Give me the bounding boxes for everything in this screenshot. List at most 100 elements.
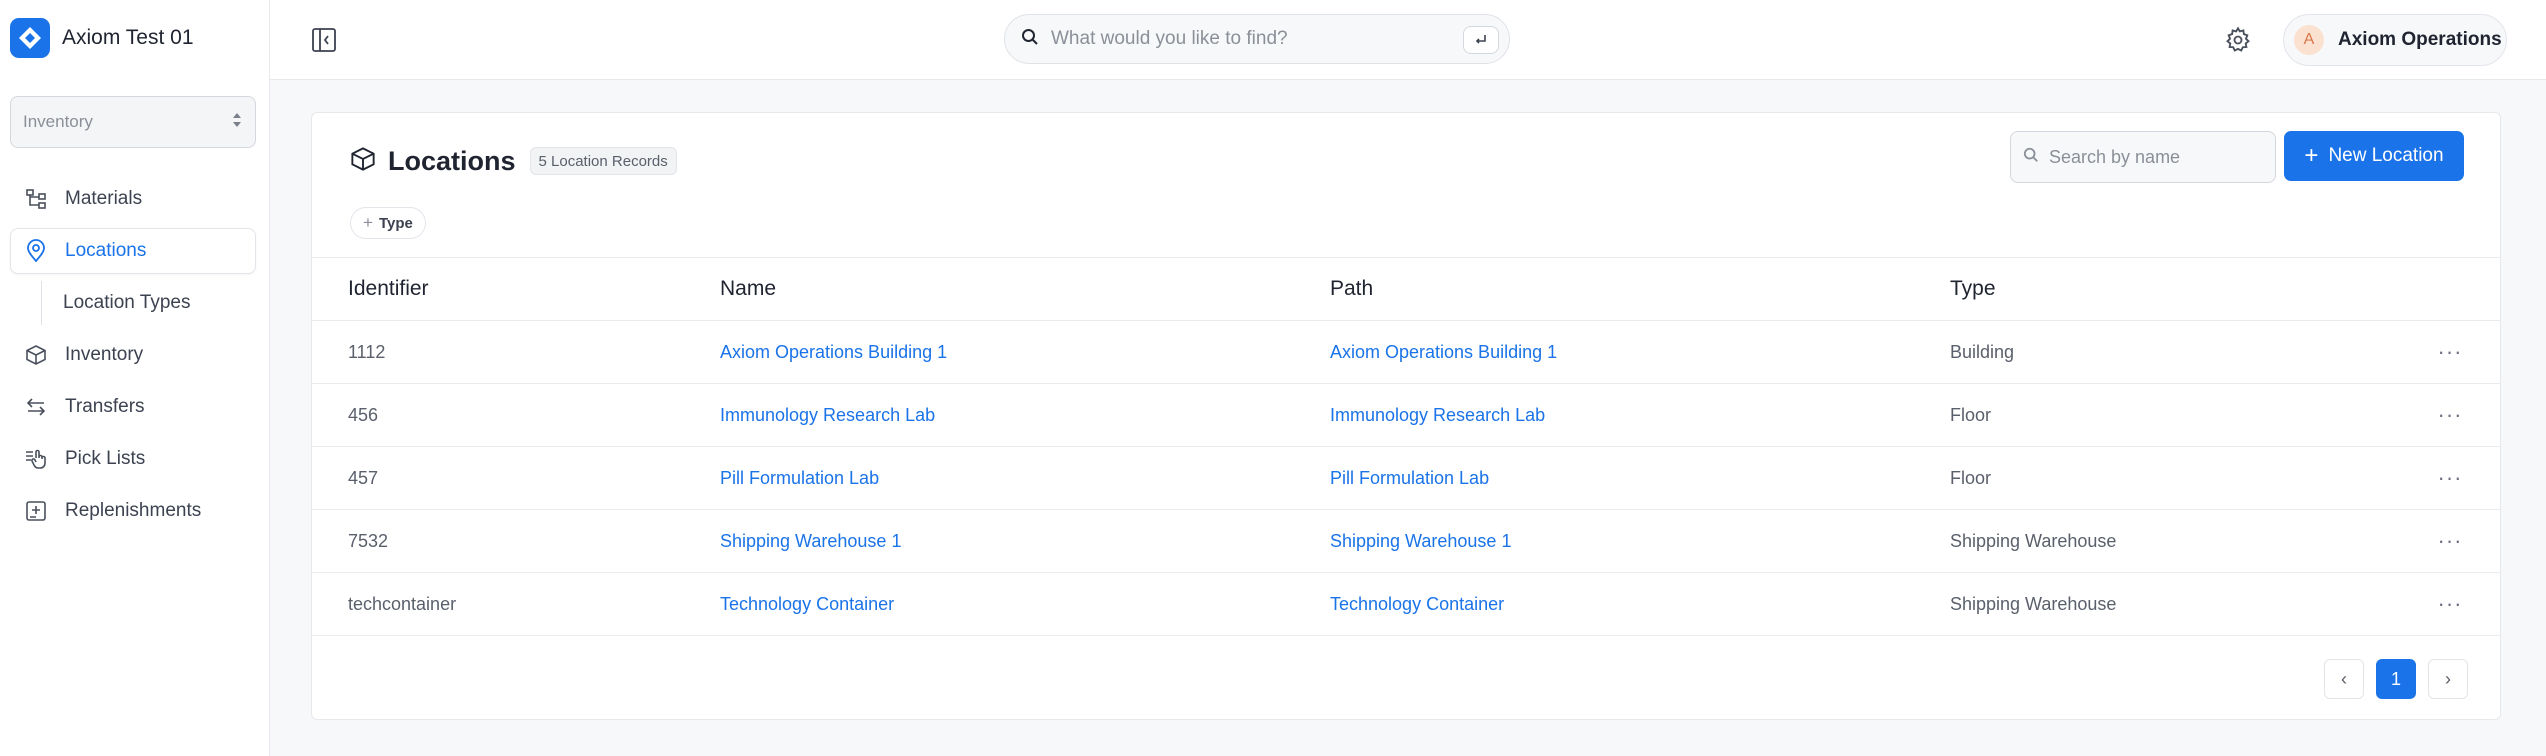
more-horizontal-icon: ··· (2437, 339, 2463, 364)
module-select-value: Inventory (23, 112, 93, 131)
pick-list-icon (23, 446, 49, 472)
transfer-arrows-icon (23, 394, 49, 420)
user-menu[interactable]: A Axiom Operations (2283, 14, 2507, 66)
prev-page-button[interactable]: ‹ (2324, 659, 2364, 699)
cell-identifier: 457 (312, 446, 684, 510)
search-icon (2023, 147, 2039, 168)
locations-table: Identifier Name Path Type 1112 Axiom Ope… (312, 257, 2500, 636)
pagination: ‹ 1 › (2324, 659, 2468, 699)
sidebar-item-label: Pick Lists (65, 448, 146, 469)
cell-type: Building (1914, 320, 2400, 384)
map-pin-icon (23, 238, 49, 264)
page-1-button[interactable]: 1 (2376, 659, 2416, 699)
cell-name-link[interactable]: Technology Container (684, 572, 1294, 636)
cell-name-link[interactable]: Immunology Research Lab (684, 383, 1294, 447)
cell-type: Floor (1914, 446, 2400, 510)
row-menu-button[interactable]: ··· (2400, 572, 2500, 636)
sidebar-item-transfers[interactable]: Transfers (10, 384, 256, 430)
row-menu-button[interactable]: ··· (2400, 320, 2500, 384)
global-search[interactable] (1004, 14, 1510, 64)
table-row: 1112 Axiom Operations Building 1 Axiom O… (312, 320, 2500, 384)
cell-identifier: techcontainer (312, 572, 684, 636)
sidebar-toggle-button[interactable] (310, 26, 338, 54)
column-header-type[interactable]: Type (1914, 257, 2400, 321)
table-row: 457 Pill Formulation Lab Pill Formulatio… (312, 446, 2500, 510)
cell-path-link[interactable]: Axiom Operations Building 1 (1294, 320, 1914, 384)
sidebar-toggle-icon (312, 28, 336, 52)
name-search-input[interactable] (2049, 146, 2269, 168)
settings-button[interactable] (2222, 24, 2254, 56)
more-horizontal-icon: ··· (2437, 591, 2463, 616)
column-header-identifier[interactable]: Identifier (312, 257, 684, 321)
new-location-button[interactable]: + New Location (2284, 131, 2464, 181)
sort-arrows-icon (231, 111, 243, 134)
sidebar-item-location-types[interactable]: Location Types (10, 280, 256, 326)
sidebar: Axiom Test 01 Inventory Materials Locati… (0, 0, 270, 756)
cell-identifier: 456 (312, 383, 684, 447)
cell-name-link[interactable]: Axiom Operations Building 1 (684, 320, 1294, 384)
sidebar-item-replenishments[interactable]: Replenishments (10, 488, 256, 534)
table-row: 456 Immunology Research Lab Immunology R… (312, 383, 2500, 447)
table-row: 7532 Shipping Warehouse 1 Shipping Wareh… (312, 509, 2500, 573)
plus-icon: + (2304, 142, 2319, 169)
row-menu-button[interactable]: ··· (2400, 446, 2500, 510)
sidebar-item-inventory[interactable]: Inventory (10, 332, 256, 378)
cell-identifier: 7532 (312, 509, 684, 573)
table-row: techcontainer Technology Container Techn… (312, 572, 2500, 636)
sidebar-item-label: Location Types (63, 292, 191, 313)
page-header: Locations 5 Location Records (350, 141, 677, 181)
cell-path-link[interactable]: Immunology Research Lab (1294, 383, 1914, 447)
filter-chip-label: Type (378, 214, 413, 232)
gear-icon (2226, 26, 2250, 52)
sidebar-item-label: Locations (65, 240, 147, 261)
sidebar-item-label: Inventory (65, 344, 144, 365)
box-icon (23, 342, 49, 368)
workspace-name: Axiom Test 01 (62, 26, 194, 49)
cell-name-link[interactable]: Pill Formulation Lab (684, 446, 1294, 510)
sidebar-item-pick-lists[interactable]: Pick Lists (10, 436, 256, 482)
workspace-brand[interactable]: Axiom Test 01 (10, 18, 194, 58)
more-horizontal-icon: ··· (2437, 402, 2463, 427)
row-menu-button[interactable]: ··· (2400, 509, 2500, 573)
cell-path-link[interactable]: Shipping Warehouse 1 (1294, 509, 1914, 573)
replenish-icon (23, 498, 49, 524)
plus-icon: + (363, 213, 373, 232)
sidebar-item-label: Materials (65, 188, 143, 209)
locations-card: Locations 5 Location Records + New Locat… (311, 112, 2501, 720)
avatar: A (2294, 25, 2324, 55)
name-search[interactable] (2010, 131, 2276, 183)
cell-type: Shipping Warehouse (1914, 572, 2400, 636)
hierarchy-icon (23, 186, 49, 212)
top-bar: A Axiom Operations (270, 0, 2546, 80)
table-header-row: Identifier Name Path Type (312, 257, 2500, 321)
user-name: Axiom Operations (2338, 29, 2502, 50)
new-location-label: New Location (2328, 145, 2444, 166)
sidebar-item-materials[interactable]: Materials (10, 176, 256, 222)
more-horizontal-icon: ··· (2437, 528, 2463, 553)
row-menu-button[interactable]: ··· (2400, 383, 2500, 447)
sidebar-nav: Materials Locations Location Types Inven… (10, 176, 256, 540)
column-header-name[interactable]: Name (684, 257, 1294, 321)
enter-key-icon (1463, 26, 1499, 54)
next-page-button[interactable]: › (2428, 659, 2468, 699)
cell-identifier: 1112 (312, 320, 684, 384)
cell-path-link[interactable]: Technology Container (1294, 572, 1914, 636)
column-header-actions (2400, 257, 2500, 321)
more-horizontal-icon: ··· (2437, 465, 2463, 490)
global-search-input[interactable] (1051, 28, 1451, 50)
type-filter-chip[interactable]: + Type (350, 207, 426, 239)
cell-type: Floor (1914, 383, 2400, 447)
cell-name-link[interactable]: Shipping Warehouse 1 (684, 509, 1294, 573)
app-logo-icon (10, 18, 50, 58)
cell-type: Shipping Warehouse (1914, 509, 2400, 573)
record-count-badge: 5 Location Records (529, 147, 677, 175)
box-icon (350, 146, 376, 177)
column-header-path[interactable]: Path (1294, 257, 1914, 321)
cell-path-link[interactable]: Pill Formulation Lab (1294, 446, 1914, 510)
sidebar-item-label: Replenishments (65, 500, 202, 521)
page-title: Locations (388, 145, 516, 176)
sidebar-item-locations[interactable]: Locations (10, 228, 256, 274)
module-select[interactable]: Inventory (10, 96, 256, 148)
sidebar-item-label: Transfers (65, 396, 145, 417)
search-icon (1021, 28, 1039, 51)
